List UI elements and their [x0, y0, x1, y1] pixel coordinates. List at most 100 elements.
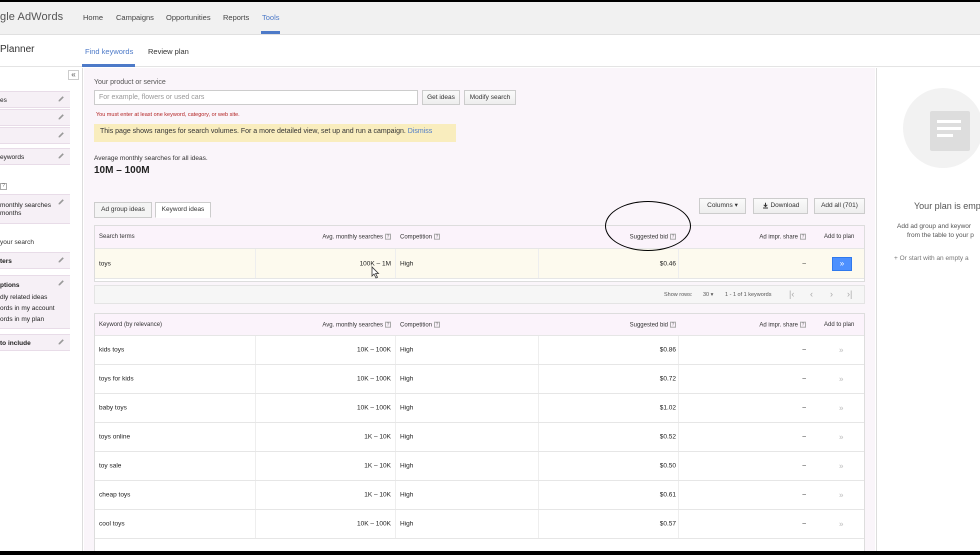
- keyword-cell: toys: [99, 260, 111, 267]
- pencil-icon[interactable]: [57, 198, 65, 206]
- start-empty-plan-link[interactable]: + Or start with an empty a: [894, 255, 969, 262]
- tab-ad-group-ideas[interactable]: Ad group ideas: [94, 202, 152, 218]
- question-icon[interactable]: ?: [670, 321, 676, 328]
- dismiss-link[interactable]: Dismiss: [408, 128, 433, 135]
- nav-home[interactable]: Home: [83, 13, 103, 22]
- question-icon[interactable]: ?: [385, 233, 391, 240]
- add-to-plan-button[interactable]: »: [839, 491, 843, 500]
- top-nav: gle AdWords Home Campaigns Opportunities…: [0, 2, 980, 35]
- get-ideas-button[interactable]: Get ideas: [422, 90, 460, 105]
- header-competition[interactable]: Competition?: [400, 233, 441, 240]
- add-to-plan-button[interactable]: »: [839, 520, 843, 529]
- header-keyword[interactable]: Keyword (by relevance): [99, 322, 162, 328]
- competition-cell: High: [400, 404, 414, 412]
- searches-cell: 10K – 100K: [357, 520, 391, 528]
- pencil-icon[interactable]: [57, 279, 65, 287]
- header-add-to-plan: Add to plan: [824, 321, 855, 328]
- annotation-circle: [605, 201, 691, 251]
- question-icon[interactable]: ?: [800, 233, 806, 240]
- last-page-icon[interactable]: ›|: [847, 289, 852, 299]
- add-to-plan-button[interactable]: »: [832, 256, 852, 271]
- pencil-icon[interactable]: [57, 95, 65, 103]
- column-divider: [678, 510, 679, 538]
- header-avg-searches[interactable]: Avg. monthly searches?: [322, 233, 391, 240]
- pencil-icon[interactable]: [57, 152, 65, 160]
- table-row[interactable]: kids toys 10K – 100K High $0.86 – »: [95, 336, 864, 365]
- plan-help-text: Add ad group and keywor: [897, 223, 972, 230]
- tab-keyword-ideas[interactable]: Keyword ideas: [155, 202, 211, 218]
- table-row[interactable]: toys online 1K – 10K High $0.52 – »: [95, 423, 864, 452]
- notice-text: This page shows ranges for search volume…: [100, 128, 406, 135]
- rows-value: 30: [703, 292, 710, 298]
- mouse-cursor-icon: [371, 266, 380, 279]
- sidebar-item-product[interactable]: es: [0, 91, 70, 108]
- column-divider: [678, 394, 679, 422]
- question-icon[interactable]: ?: [434, 233, 441, 240]
- competition-cell: High: [400, 346, 414, 354]
- tab-review-plan[interactable]: Review plan: [148, 47, 189, 56]
- question-icon[interactable]: ?: [800, 321, 806, 328]
- header-label: Competition: [400, 321, 433, 328]
- columns-button[interactable]: Columns ▾: [699, 198, 746, 214]
- searches-cell: 10K – 100K: [357, 404, 391, 412]
- header-suggested-bid[interactable]: Suggested bid?: [630, 321, 676, 328]
- plan-panel: Your plan is emp Add ad group and keywor…: [876, 68, 980, 551]
- sidebar-item-landing[interactable]: [0, 109, 70, 126]
- add-to-plan-button[interactable]: »: [839, 346, 843, 355]
- sidebar-item-filters[interactable]: ters: [0, 252, 70, 269]
- product-search-input[interactable]: For example, flowers or used cars: [94, 90, 418, 105]
- header-ad-impr-share[interactable]: Ad impr. share?: [759, 233, 806, 241]
- add-all-button[interactable]: Add all (701): [814, 198, 865, 214]
- share-cell: –: [802, 346, 806, 354]
- column-divider: [538, 394, 539, 422]
- nav-campaigns[interactable]: Campaigns: [116, 13, 154, 22]
- rows-per-page-select[interactable]: 30 ▾: [703, 292, 713, 298]
- sidebar-item-category[interactable]: [0, 127, 70, 144]
- add-to-plan-button[interactable]: »: [839, 375, 843, 384]
- add-to-plan-button[interactable]: »: [839, 462, 843, 471]
- sidebar-item-options[interactable]: ptions dly related ideas ords in my acco…: [0, 275, 70, 329]
- average-searches-value: 10M – 100M: [94, 165, 150, 176]
- header-label: Suggested bid: [629, 321, 668, 328]
- header-avg-searches[interactable]: Avg. monthly searches?: [322, 321, 391, 328]
- columns-label: Columns: [707, 202, 733, 209]
- bid-cell: $0.72: [659, 375, 676, 383]
- sidebar-item-date-range[interactable]: monthly searches months: [0, 194, 70, 224]
- download-button[interactable]: Download: [753, 198, 808, 214]
- prev-page-icon[interactable]: ‹: [810, 289, 813, 299]
- collapse-sidebar-button[interactable]: «: [68, 70, 79, 80]
- nav-opportunities[interactable]: Opportunities: [166, 13, 211, 22]
- add-to-plan-button[interactable]: »: [839, 404, 843, 413]
- first-page-icon[interactable]: |‹: [789, 289, 794, 299]
- table-row[interactable]: toys 100K – 1M High $0.46 – »: [95, 249, 864, 279]
- tab-find-keywords[interactable]: Find keywords: [85, 47, 133, 56]
- pencil-icon[interactable]: [57, 131, 65, 139]
- table-row[interactable]: cheap toys 1K – 10K High $0.61 – »: [95, 481, 864, 510]
- keyword-cell: kids toys: [99, 346, 125, 354]
- sidebar-item-include[interactable]: to include: [0, 334, 70, 351]
- dropdown-arrow-icon: ▾: [734, 202, 738, 209]
- modify-search-button[interactable]: Modify search: [464, 90, 516, 105]
- table-row[interactable]: cool toys 10K – 100K High $0.57 – »: [95, 510, 864, 539]
- column-divider: [678, 365, 679, 393]
- table-row[interactable]: baby toys 10K – 100K High $1.02 – »: [95, 394, 864, 423]
- sidebar-item-label: ptions: [0, 282, 20, 289]
- table-row[interactable]: toy sale 1K – 10K High $0.50 – »: [95, 452, 864, 481]
- add-to-plan-button[interactable]: »: [839, 433, 843, 442]
- pencil-icon[interactable]: [57, 338, 65, 346]
- header-label: Ad impr. share: [759, 234, 798, 241]
- searches-cell: 10K – 100K: [357, 375, 391, 383]
- pencil-icon[interactable]: [57, 256, 65, 264]
- header-ad-impr-share[interactable]: Ad impr. share?: [759, 321, 806, 328]
- question-icon[interactable]: ?: [434, 321, 441, 328]
- nav-tools[interactable]: Tools: [262, 13, 280, 22]
- question-icon[interactable]: ?: [385, 321, 391, 328]
- bid-cell: $0.57: [659, 520, 676, 528]
- header-competition[interactable]: Competition?: [400, 321, 441, 328]
- question-icon[interactable]: ?: [0, 183, 7, 190]
- sidebar-item-keywords[interactable]: eywords: [0, 148, 70, 165]
- nav-reports[interactable]: Reports: [223, 13, 249, 22]
- pencil-icon[interactable]: [57, 113, 65, 121]
- next-page-icon[interactable]: ›: [830, 289, 833, 299]
- table-row[interactable]: toys for kids 10K – 100K High $0.72 – »: [95, 365, 864, 394]
